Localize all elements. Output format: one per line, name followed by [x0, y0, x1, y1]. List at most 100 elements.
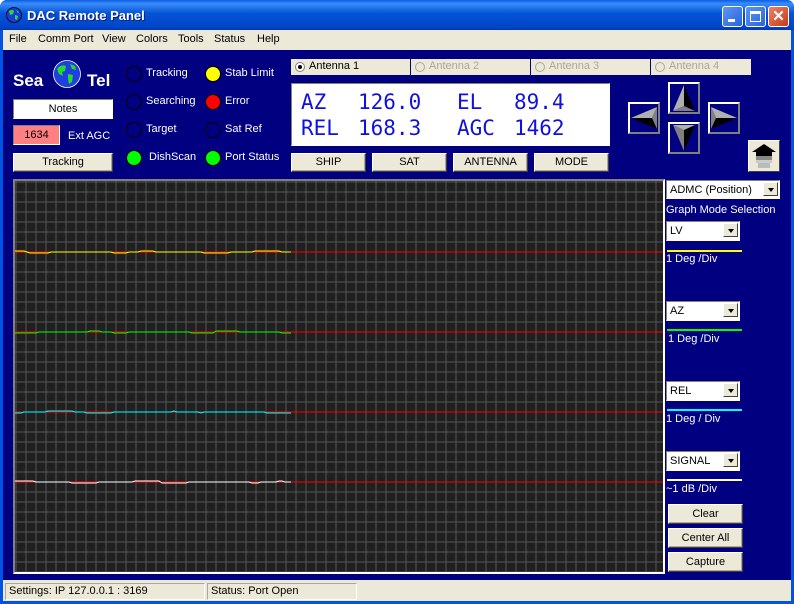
chevron-down-icon[interactable] — [723, 303, 738, 317]
radio-icon — [535, 62, 545, 72]
antenna-4-radio[interactable]: Antenna 4 — [651, 59, 751, 75]
trace-1-color-swatch — [667, 250, 742, 252]
trace-3-value: REL — [670, 385, 692, 397]
maximize-icon — [750, 11, 761, 22]
trace-4-select[interactable]: SIGNAL — [666, 451, 740, 471]
sat-ref-label: Sat Ref — [225, 123, 262, 135]
tracking-label: Tracking — [146, 67, 188, 79]
trace-3-color-swatch — [667, 409, 742, 411]
menu-view[interactable]: View — [102, 33, 126, 45]
antenna-2-label: Antenna 2 — [429, 60, 480, 72]
down-arrow-icon — [673, 125, 695, 151]
stab-limit-label: Stab Limit — [225, 67, 274, 79]
left-arrow-icon — [631, 107, 657, 129]
antenna-4-label: Antenna 4 — [669, 60, 720, 72]
strip-chart-canvas — [15, 181, 663, 572]
az-label: AZ — [301, 90, 327, 114]
menu-status[interactable]: Status — [214, 33, 245, 45]
dishscan-label: DishScan — [149, 151, 197, 163]
trace-2-value: AZ — [670, 305, 685, 317]
center-all-button[interactable]: Center All — [668, 528, 743, 548]
trace-2-scale: 1 Deg /Div — [668, 333, 720, 345]
az-value: 126.0 — [358, 90, 422, 114]
title-bar[interactable]: DAC Remote Panel ✕ — [0, 0, 794, 30]
capture-button[interactable]: Capture — [668, 552, 743, 572]
radio-icon — [415, 62, 425, 72]
home-arrow-icon — [752, 144, 776, 168]
home-button[interactable] — [748, 140, 780, 172]
graph-mode-value: ADMC (Position) — [670, 184, 752, 196]
logo-sea: Sea — [13, 71, 44, 90]
agc-label: AGC — [457, 116, 495, 140]
menu-bar: File Comm Port View Colors Tools Status … — [3, 30, 791, 50]
trace-1-value: LV — [670, 225, 683, 237]
window-title: DAC Remote Panel — [27, 8, 145, 23]
stab-limit-led — [205, 66, 221, 82]
jog-up-button[interactable] — [668, 82, 700, 114]
chevron-down-icon[interactable] — [723, 383, 738, 397]
error-led — [205, 94, 221, 110]
port-status-led — [205, 150, 221, 166]
target-label: Target — [146, 123, 177, 135]
menu-colors[interactable]: Colors — [136, 33, 168, 45]
radio-icon — [655, 62, 665, 72]
trace-4-value: SIGNAL — [670, 455, 711, 467]
port-status: Status: Port Open — [207, 583, 357, 600]
ship-button[interactable]: SHIP — [291, 153, 366, 172]
chevron-down-icon[interactable] — [723, 223, 738, 237]
logo-tel: Tel — [87, 71, 111, 90]
error-label: Error — [225, 95, 250, 107]
menu-file[interactable]: File — [9, 33, 27, 45]
globe-icon — [6, 7, 22, 23]
agc-value: 1462 — [514, 116, 565, 140]
maximize-button[interactable] — [745, 6, 766, 27]
up-arrow-icon — [673, 85, 695, 111]
sat-ref-led — [205, 122, 221, 138]
menu-comm-port[interactable]: Comm Port — [38, 33, 94, 45]
status-bar: Settings: IP 127.0.0.1 : 3169 Status: Po… — [3, 580, 791, 601]
antenna-3-radio[interactable]: Antenna 3 — [531, 59, 650, 75]
trace-2-select[interactable]: AZ — [666, 301, 740, 321]
trace-1-select[interactable]: LV — [666, 221, 740, 241]
trace-2-color-swatch — [667, 329, 742, 331]
chevron-down-icon[interactable] — [723, 453, 738, 467]
strip-chart — [13, 179, 665, 574]
antenna-3-label: Antenna 3 — [549, 60, 600, 72]
position-readout: AZ 126.0 EL 89.4 REL 168.3 AGC 1462 — [291, 83, 610, 146]
sat-button[interactable]: SAT — [372, 153, 447, 172]
ext-agc-value: 1634 — [13, 125, 60, 145]
graph-mode-label: Graph Mode Selection — [666, 204, 776, 216]
rel-label: REL — [301, 116, 339, 140]
minimize-button[interactable] — [722, 6, 743, 27]
jog-down-button[interactable] — [668, 122, 700, 154]
trace-3-select[interactable]: REL — [666, 381, 740, 401]
trace-4-color-swatch — [667, 479, 742, 481]
antenna-button[interactable]: ANTENNA — [453, 153, 528, 172]
menu-tools[interactable]: Tools — [178, 33, 204, 45]
searching-label: Searching — [146, 95, 196, 107]
graph-mode-select[interactable]: ADMC (Position) — [666, 180, 780, 199]
mode-button[interactable]: MODE — [534, 153, 609, 172]
dishscan-led — [126, 150, 142, 166]
tracking-button[interactable]: Tracking — [13, 153, 113, 172]
antenna-1-radio[interactable]: Antenna 1 — [291, 59, 410, 75]
antenna-1-label: Antenna 1 — [309, 60, 360, 72]
port-status-label: Port Status — [225, 151, 280, 163]
ext-agc-label: Ext AGC — [68, 130, 111, 142]
chevron-down-icon[interactable] — [763, 182, 778, 196]
el-value: 89.4 — [514, 90, 565, 114]
notes-field[interactable]: Notes — [13, 99, 113, 119]
rel-value: 168.3 — [358, 116, 422, 140]
jog-left-button[interactable] — [628, 102, 660, 134]
trace-1-scale: 1 Deg /Div — [666, 253, 718, 265]
target-led — [126, 122, 142, 138]
menu-help[interactable]: Help — [257, 33, 280, 45]
antenna-2-radio[interactable]: Antenna 2 — [411, 59, 530, 75]
right-arrow-icon — [711, 107, 737, 129]
clear-button[interactable]: Clear — [668, 504, 743, 524]
app-window: DAC Remote Panel ✕ File Comm Port View C… — [0, 0, 794, 604]
main-panel: Sea Tel Notes 1634 Ext AGC Tracking Trac… — [3, 50, 791, 580]
trace-3-scale: 1 Deg / Div — [666, 413, 721, 425]
jog-right-button[interactable] — [708, 102, 740, 134]
close-button[interactable]: ✕ — [768, 6, 789, 27]
